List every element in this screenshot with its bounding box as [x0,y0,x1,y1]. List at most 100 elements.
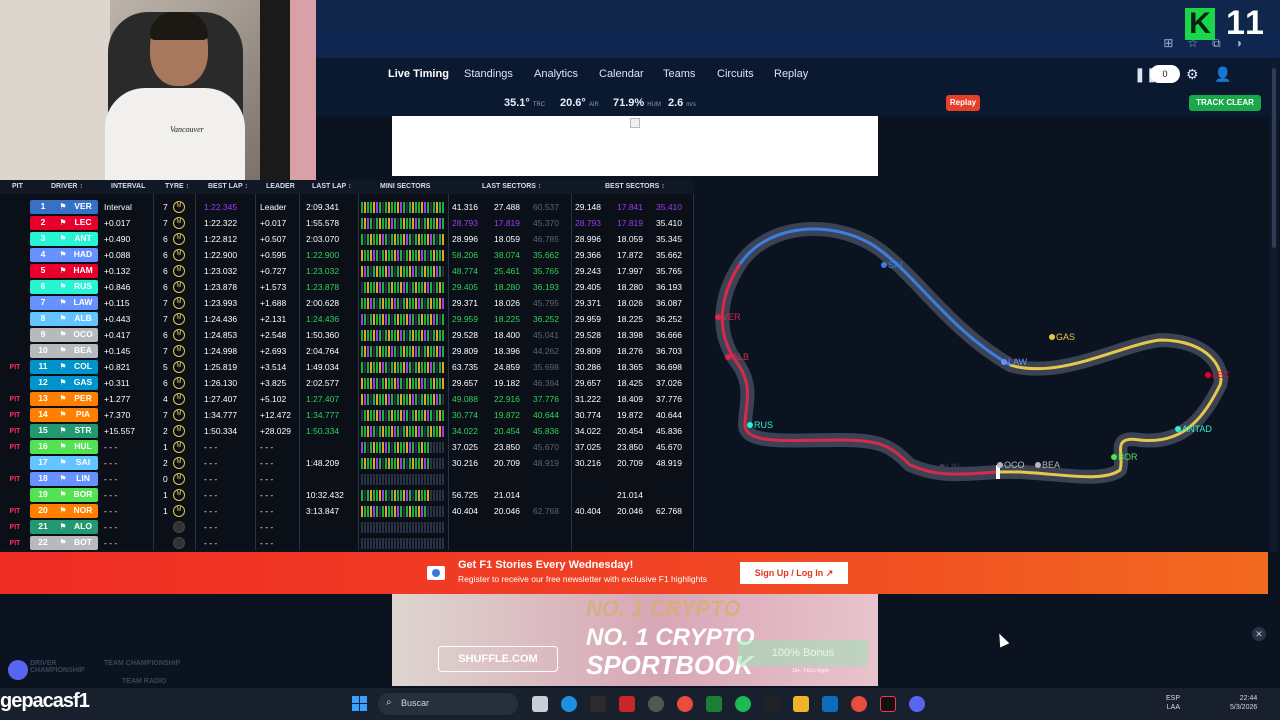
tyre-medium-icon: M [173,505,185,517]
app-icon-4[interactable] [764,696,780,712]
driver-badge[interactable]: 21 ⚑ ALO [30,520,98,534]
table-row[interactable]: PIT 16 ⚑ HUL - - - 1M - - - - - - 37.025 23.850 45… [0,439,694,455]
chrome-icon[interactable] [677,696,693,712]
col-best-lap[interactable]: BEST LAP ↕ [208,183,248,190]
col-driver[interactable]: DRIVER ↕ [51,183,83,190]
table-row[interactable]: 2 ⚑ LEC +0.017 7 M 1:22.322 +0.017 1:55.578 28.79… [0,215,694,231]
col-leader[interactable]: LEADER [266,183,295,190]
driver-badge[interactable]: 6 ⚑ RUS [30,280,98,294]
app-icon-2[interactable] [619,696,635,712]
table-row[interactable]: 6 ⚑ RUS +0.846 6 M 1:23.878 +1.573 1:23.878 29.40… [0,279,694,295]
driver-badge[interactable]: 17 ⚑ SAI [30,456,98,470]
nav-live-timing[interactable]: Live Timing [388,68,449,80]
tiktok-icon[interactable] [880,696,896,712]
spotify-icon[interactable] [735,696,751,712]
table-row[interactable]: 3 ⚑ ANT +0.490 6 M 1:22.812 +0.507 2:03.070 28.99… [0,231,694,247]
driver-badge[interactable]: 19 ⚑ BOR [30,488,98,502]
last-sector-1: 58.206 [452,250,478,260]
nav-analytics[interactable]: Analytics [534,68,578,80]
edge-icon[interactable] [561,696,577,712]
table-row[interactable]: PIT 13 ⚑ PER +1.277 4 M 1:27.407 +5.102 1:27.407 4… [0,391,694,407]
tab-team-championship[interactable]: TEAM CHAMPIONSHIP [104,660,180,667]
driver-badge[interactable]: 15 ⚑ STR [30,424,98,438]
store-icon[interactable] [822,696,838,712]
col-last-lap[interactable]: LAST LAP ↕ [312,183,352,190]
driver-badge[interactable]: 13 ⚑ PER [30,392,98,406]
close-ad-icon[interactable]: ✕ [1252,627,1266,641]
table-row[interactable]: PIT 11 ⚑ COL +0.821 5 M 1:25.819 +3.514 1:49.034 6… [0,359,694,375]
bottom-ad[interactable]: NO. 1 CRYPTO NO. 1 CRYPTO SPORTBOOK SHUF… [392,594,878,686]
driver-badge[interactable]: 4 ⚑ HAD [30,248,98,262]
app-icon-1[interactable] [590,696,606,712]
driver-badge[interactable]: 1 ⚑ VER [30,200,98,214]
driver-badge[interactable]: 2 ⚑ LEC [30,216,98,230]
user-icon[interactable]: 👤 [1214,66,1231,83]
col-last-sectors[interactable]: LAST SECTORS ↕ [482,183,541,190]
table-row[interactable]: 9 ⚑ OCO +0.417 6 M 1:24.853 +2.548 1:50.360 29.52… [0,327,694,343]
chrome-icon-2[interactable] [851,696,867,712]
table-row[interactable]: 8 ⚑ ALB +0.443 7 M 1:24.436 +2.131 1:24.436 29.95… [0,311,694,327]
language-indicator[interactable]: ESP LAA [1166,694,1180,712]
address-bar[interactable] [316,28,1280,56]
table-row[interactable]: PIT 22 ⚑ BOT - - - - - - - - - [0,535,694,551]
table-row[interactable]: 17 ⚑ SAI - - - 2M - - - - - - 1:48.209 30.216 20.… [0,455,694,471]
driver-badge[interactable]: 20 ⚑ NOR [30,504,98,518]
table-row[interactable]: PIT 14 ⚑ PIA +7.370 7 M 1:34.777 +12.472 1:34.777… [0,407,694,423]
delay-counter[interactable]: 0 [1150,65,1180,83]
app-icon-3[interactable] [648,696,664,712]
col-interval[interactable]: INTERVAL [111,183,145,190]
table-row[interactable]: 4 ⚑ HAD +0.088 6 M 1:22.900 +0.595 1:22.900 58.20… [0,247,694,263]
nav-calendar[interactable]: Calendar [599,68,644,80]
discord-icon[interactable] [8,660,28,680]
table-row[interactable]: 10 ⚑ BEA +0.145 7 M 1:24.998 +2.693 2:04.764 29.8… [0,343,694,359]
table-row[interactable]: PIT 21 ⚑ ALO - - - - - - - - - [0,519,694,535]
tab-driver[interactable]: DRIVER CHAMPIONSHIP [30,660,84,674]
col-best-sectors[interactable]: BEST SECTORS ↕ [605,183,665,190]
table-row[interactable]: PIT 18 ⚑ LIN - - - 0M - - - - - - [0,471,694,487]
page-scrollbar[interactable] [1270,62,1278,552]
gear-icon[interactable]: ⚙ [1186,66,1199,83]
driver-badge[interactable]: 16 ⚑ HUL [30,440,98,454]
mini-sectors-bar [361,346,447,357]
replay-button[interactable]: Replay [946,95,980,111]
table-row[interactable]: 19 ⚑ BOR - - - 1M - - - - - - 10:32.432 56.725 21… [0,487,694,503]
file-explorer-icon[interactable] [793,696,809,712]
driver-badge[interactable]: 12 ⚑ GAS [30,376,98,390]
discord-taskbar-icon[interactable] [909,696,925,712]
driver-badge[interactable]: 3 ⚑ ANT [30,232,98,246]
driver-badge[interactable]: 10 ⚑ BEA [30,344,98,358]
table-row[interactable]: PIT 15 ⚑ STR +15.557 2 M 1:50.334 +28.029 1:50.33… [0,423,694,439]
table-row[interactable]: PIT 20 ⚑ NOR - - - 1M - - - - - - 3:13.847 40.404… [0,503,694,519]
driver-badge[interactable]: 8 ⚑ ALB [30,312,98,326]
scrollbar-thumb[interactable] [1272,68,1276,248]
top-ad[interactable] [392,116,878,176]
col-tyre[interactable]: TYRE ↕ [165,183,189,190]
windows-start-icon[interactable] [352,696,368,712]
last-sector-2: 25.461 [494,266,520,276]
driver-badge[interactable]: 22 ⚑ BOT [30,536,98,550]
taskbar-search[interactable]: ⌕ Buscar [378,693,518,715]
driver-badge[interactable]: 7 ⚑ LAW [30,296,98,310]
driver-badge[interactable]: 14 ⚑ PIA [30,408,98,422]
last-sector-2: 17.819 [494,218,520,228]
driver-badge[interactable]: 9 ⚑ OCO [30,328,98,342]
tab-team-radio[interactable]: TEAM RADIO [122,678,166,685]
driver-badge[interactable]: 11 ⚑ COL [30,360,98,374]
nav-standings[interactable]: Standings [464,68,513,80]
driver-badge[interactable]: 18 ⚑ LIN [30,472,98,486]
table-row[interactable]: 5 ⚑ HAM +0.132 6 M 1:23.032 +0.727 1:23.032 48.77… [0,263,694,279]
xbox-icon[interactable] [706,696,722,712]
clock[interactable]: 22:44 5/3/2026 [1230,694,1257,712]
table-row[interactable]: 12 ⚑ GAS +0.311 6 M 1:26.130 +3.825 2:02.577 29.6… [0,375,694,391]
last-sector-3: 35.662 [533,250,559,260]
table-row[interactable]: 1 ⚑ VER Interval 7 M 1:22.345 Leader 2:09.341 41.… [0,199,694,215]
best-sector-1: 30.774 [575,410,601,420]
nav-circuits[interactable]: Circuits [717,68,754,80]
nav-teams[interactable]: Teams [663,68,695,80]
driver-badge[interactable]: 5 ⚑ HAM [30,264,98,278]
best-lap-value: 1:27.407 [204,394,238,404]
task-view-icon[interactable] [532,696,548,712]
nav-replay[interactable]: Replay [774,68,808,80]
signup-button[interactable]: Sign Up / Log In ↗ [740,562,848,584]
table-row[interactable]: 7 ⚑ LAW +0.115 7 M 1:23.993 +1.688 2:00.628 29.37… [0,295,694,311]
